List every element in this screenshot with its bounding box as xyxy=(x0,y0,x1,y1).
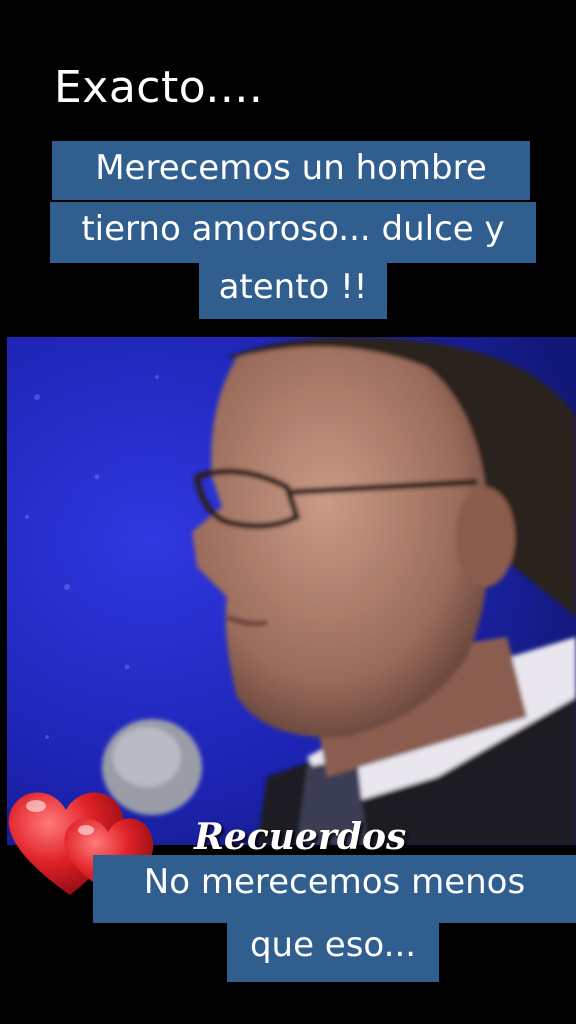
bottom-caption-line-1: No merecemos menos xyxy=(93,855,576,923)
top-caption-line-1: Merecemos un hombre xyxy=(52,141,530,200)
top-caption-line-3: atento !! xyxy=(199,260,387,319)
video-scene xyxy=(7,337,576,845)
watermark-text: Recuerdos xyxy=(194,816,407,858)
bottom-caption-line-2: que eso... xyxy=(227,918,439,982)
top-caption-line-2: tierno amoroso... dulce y xyxy=(50,202,536,263)
video-frame[interactable] xyxy=(7,337,576,845)
headline-text: Exacto.... xyxy=(54,62,264,113)
